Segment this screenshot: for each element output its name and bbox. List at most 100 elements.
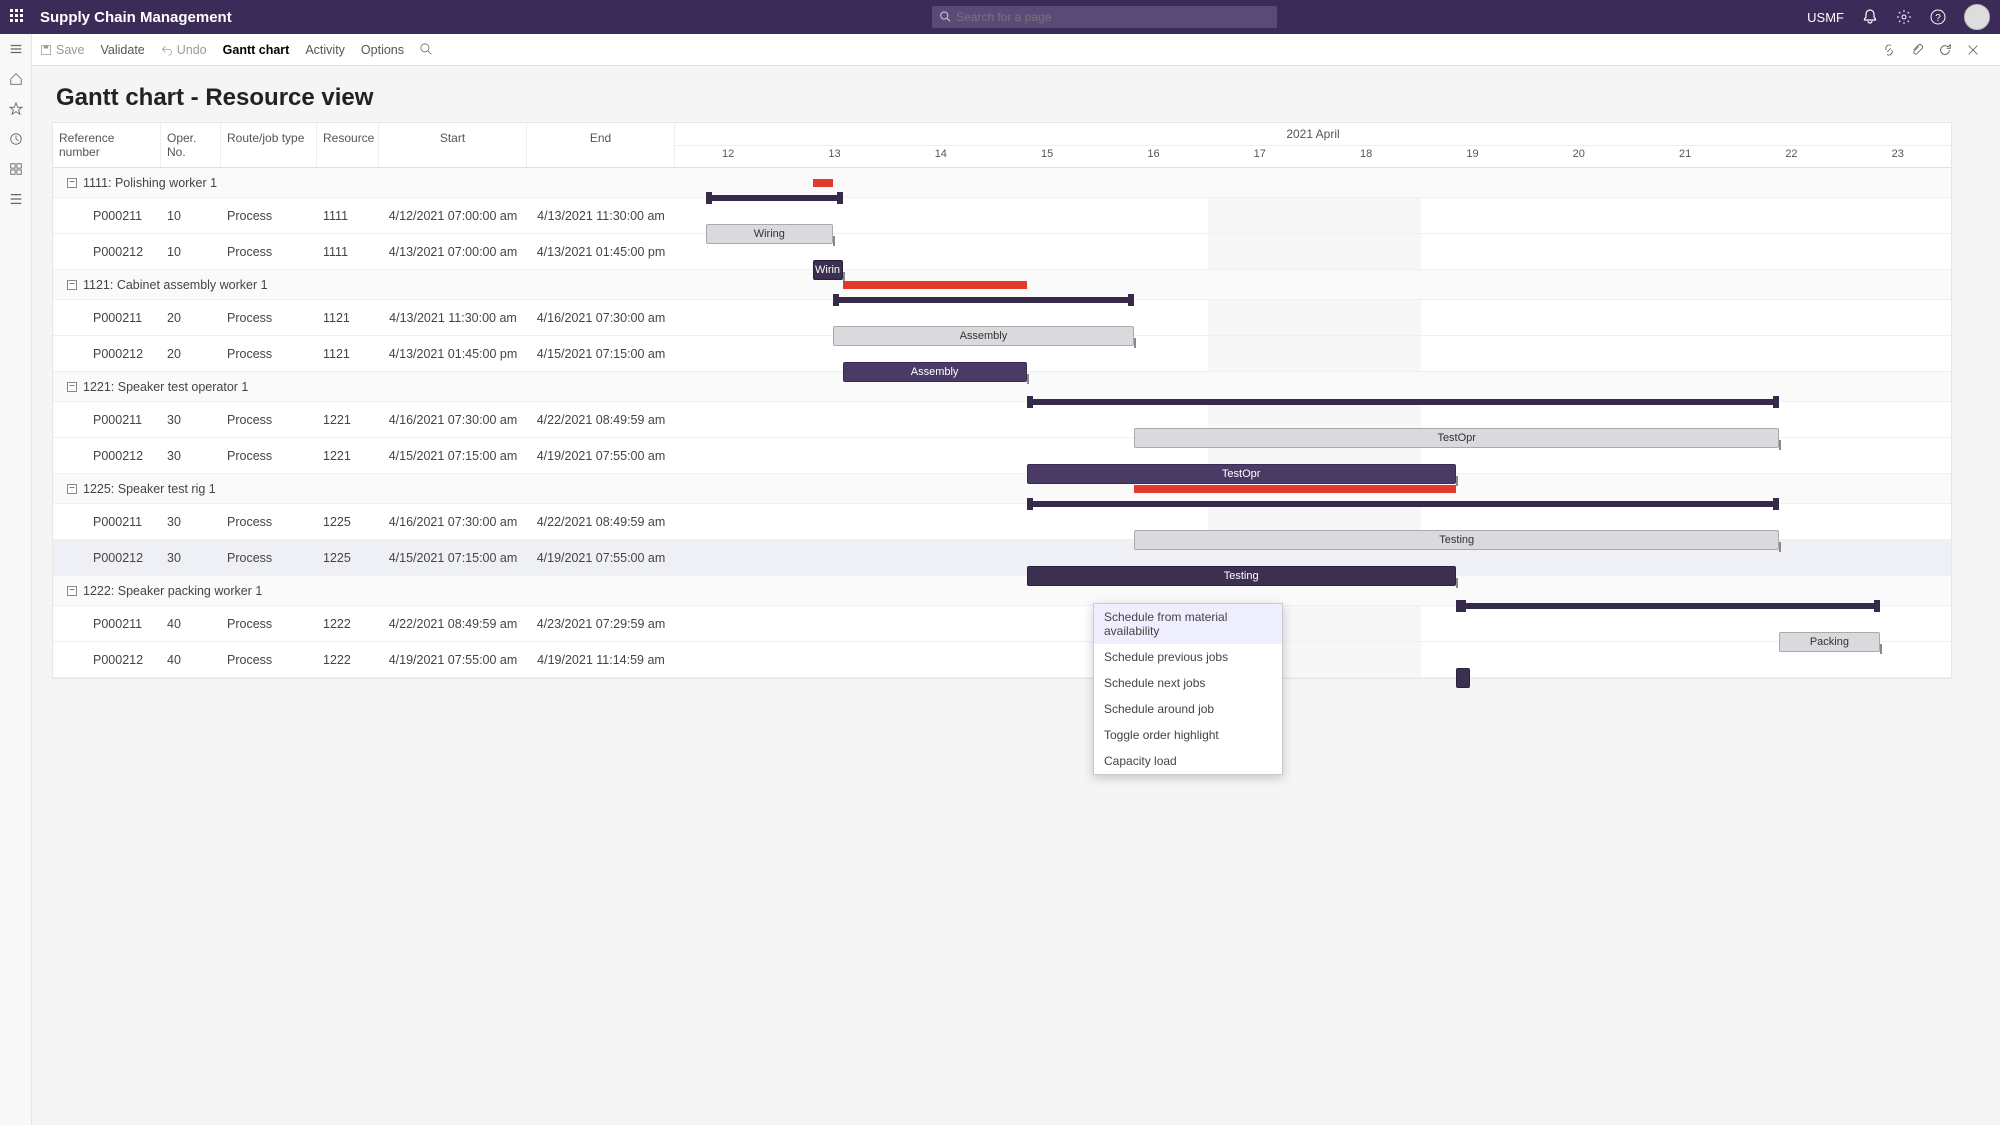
global-search[interactable] xyxy=(932,6,1277,28)
bar-link-handle[interactable] xyxy=(1779,542,1781,552)
context-menu-item[interactable]: Toggle order highlight xyxy=(1094,722,1282,748)
cell-op: 20 xyxy=(161,347,221,361)
timeline-day: 21 xyxy=(1632,146,1738,162)
cell-res: 1225 xyxy=(317,515,379,529)
attach-icon[interactable] xyxy=(1910,43,1924,57)
context-menu-item[interactable]: Schedule around job xyxy=(1094,696,1282,722)
collapse-icon[interactable]: − xyxy=(67,382,77,392)
save-button[interactable]: Save xyxy=(40,43,85,57)
job-row[interactable]: P00021130Process12214/16/2021 07:30:00 a… xyxy=(53,402,1951,438)
col-end[interactable]: End xyxy=(527,123,675,167)
bar-link-handle[interactable] xyxy=(1779,440,1781,450)
cell-type: Process xyxy=(221,413,317,427)
link-icon[interactable] xyxy=(1882,43,1896,57)
cell-op: 40 xyxy=(161,653,221,667)
bar-link-handle[interactable] xyxy=(1456,578,1458,588)
gantt-bar[interactable]: Assembly xyxy=(833,326,1135,346)
bar-link-handle[interactable] xyxy=(1134,338,1136,348)
cell-start: 4/12/2021 07:00:00 am xyxy=(379,209,527,223)
cell-end: 4/19/2021 07:55:00 am xyxy=(527,449,675,463)
gantt-bar[interactable]: Testing xyxy=(1134,530,1779,550)
resource-group-row[interactable]: −1111: Polishing worker 1 xyxy=(53,168,1951,198)
group-label: 1121: Cabinet assembly worker 1 xyxy=(83,278,268,292)
job-row[interactable]: P00021130Process12254/16/2021 07:30:00 a… xyxy=(53,504,1951,540)
timeline-day: 15 xyxy=(994,146,1100,162)
cell-start: 4/16/2021 07:30:00 am xyxy=(379,413,527,427)
action-search-icon[interactable] xyxy=(420,43,433,56)
cell-res: 1221 xyxy=(317,413,379,427)
star-icon[interactable] xyxy=(9,102,23,116)
timeline-day: 20 xyxy=(1526,146,1632,162)
gantt-bar[interactable]: Testing xyxy=(1027,566,1456,586)
refresh-icon[interactable] xyxy=(1938,43,1952,57)
context-menu-item[interactable]: Schedule previous jobs xyxy=(1094,644,1282,670)
cell-type: Process xyxy=(221,347,317,361)
job-row[interactable]: P00021210Process11114/13/2021 07:00:00 a… xyxy=(53,234,1951,270)
gear-icon[interactable] xyxy=(1896,9,1912,25)
resource-group-row[interactable]: −1121: Cabinet assembly worker 1 xyxy=(53,270,1951,300)
tab-gantt-chart[interactable]: Gantt chart xyxy=(223,43,290,57)
context-menu-item[interactable]: Schedule from material availability xyxy=(1094,604,1282,644)
undo-button[interactable]: Undo xyxy=(161,43,207,57)
app-launcher-icon[interactable] xyxy=(10,9,26,25)
collapse-icon[interactable]: − xyxy=(67,280,77,290)
col-reference[interactable]: Reference number xyxy=(53,123,161,167)
collapse-icon[interactable]: − xyxy=(67,484,77,494)
cell-type: Process xyxy=(221,311,317,325)
gantt-bar[interactable]: TestOpr xyxy=(1134,428,1779,448)
col-start[interactable]: Start xyxy=(379,123,527,167)
home-icon[interactable] xyxy=(9,72,23,86)
cell-end: 4/13/2021 11:30:00 am xyxy=(527,209,675,223)
group-label: 1222: Speaker packing worker 1 xyxy=(83,584,262,598)
resource-group-row[interactable]: −1225: Speaker test rig 1 xyxy=(53,474,1951,504)
company-code[interactable]: USMF xyxy=(1807,10,1844,25)
gantt-bar[interactable]: Packing xyxy=(1779,632,1880,652)
tab-activity[interactable]: Activity xyxy=(305,43,345,57)
gantt-bar[interactable]: Assembly xyxy=(843,362,1027,382)
cell-op: 30 xyxy=(161,413,221,427)
global-search-input[interactable] xyxy=(956,10,1269,24)
col-resource[interactable]: Resource xyxy=(317,123,379,167)
context-menu-item[interactable]: Capacity load xyxy=(1094,748,1282,774)
cell-ref: P000212 xyxy=(53,347,161,361)
gantt-bar[interactable] xyxy=(1456,668,1471,688)
gantt-context-menu[interactable]: Schedule from material availabilitySched… xyxy=(1093,603,1283,775)
gantt-bar[interactable]: Wirin xyxy=(813,260,843,280)
timeline-day: 22 xyxy=(1738,146,1844,162)
resource-group-row[interactable]: −1222: Speaker packing worker 1 xyxy=(53,576,1951,606)
timeline-day: 13 xyxy=(781,146,887,162)
bar-link-handle[interactable] xyxy=(1027,374,1029,384)
job-row[interactable]: P00021120Process11214/13/2021 11:30:00 a… xyxy=(53,300,1951,336)
job-row[interactable]: P00021140Process12224/22/2021 08:49:59 a… xyxy=(53,606,1951,642)
user-avatar[interactable] xyxy=(1964,4,1990,30)
gantt-bar[interactable]: Wiring xyxy=(706,224,832,244)
cell-start: 4/13/2021 07:00:00 am xyxy=(379,245,527,259)
hamburger-icon[interactable] xyxy=(9,42,23,56)
context-menu-item[interactable]: Schedule next jobs xyxy=(1094,670,1282,696)
cell-end: 4/22/2021 08:49:59 am xyxy=(527,413,675,427)
cell-res: 1225 xyxy=(317,551,379,565)
cell-start: 4/19/2021 07:55:00 am xyxy=(379,653,527,667)
bar-link-handle[interactable] xyxy=(1456,476,1458,486)
close-icon[interactable] xyxy=(1966,43,1980,57)
collapse-icon[interactable]: − xyxy=(67,178,77,188)
job-row[interactable]: P00021240Process12224/19/2021 07:55:00 a… xyxy=(53,642,1951,678)
bell-icon[interactable] xyxy=(1862,9,1878,25)
tab-options[interactable]: Options xyxy=(361,43,404,57)
job-row[interactable]: P00021110Process11114/12/2021 07:00:00 a… xyxy=(53,198,1951,234)
workspace-icon[interactable] xyxy=(9,162,23,176)
recent-icon[interactable] xyxy=(9,132,23,146)
gantt-bar[interactable]: TestOpr xyxy=(1027,464,1456,484)
bar-link-handle[interactable] xyxy=(1880,644,1882,654)
col-job-type[interactable]: Route/job type xyxy=(221,123,317,167)
group-label: 1111: Polishing worker 1 xyxy=(83,176,217,190)
bar-link-handle[interactable] xyxy=(833,236,835,246)
modules-icon[interactable] xyxy=(9,192,23,206)
col-oper-no[interactable]: Oper. No. xyxy=(161,123,221,167)
cell-start: 4/15/2021 07:15:00 am xyxy=(379,551,527,565)
collapse-icon[interactable]: − xyxy=(67,586,77,596)
cell-end: 4/16/2021 07:30:00 am xyxy=(527,311,675,325)
search-icon xyxy=(940,11,951,23)
help-icon[interactable]: ? xyxy=(1930,9,1946,25)
validate-button[interactable]: Validate xyxy=(101,43,145,57)
